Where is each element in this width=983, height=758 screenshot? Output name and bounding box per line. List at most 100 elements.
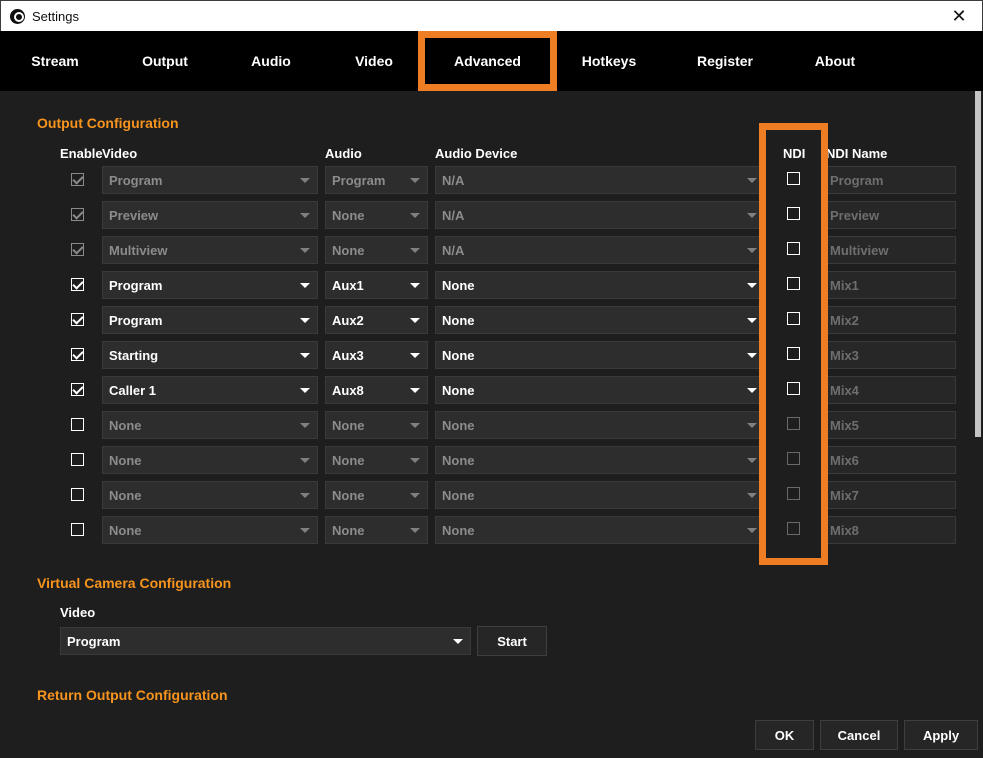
tab-register[interactable]: Register [682,31,768,91]
audio-select[interactable]: None [325,481,428,509]
ok-button[interactable]: OK [755,720,814,750]
audio-select[interactable]: None [325,411,428,439]
audio-device-select[interactable]: None [435,481,765,509]
tab-about[interactable]: About [796,31,874,91]
tab-video[interactable]: Video [336,31,412,91]
ndi-name-field[interactable]: Mix3 [825,341,956,369]
audio-select-value: None [332,452,365,468]
video-select[interactable]: None [102,411,318,439]
audio-device-select[interactable]: None [435,271,765,299]
enable-checkbox[interactable] [71,173,84,186]
chevron-down-icon [300,493,310,498]
close-icon[interactable]: ✕ [936,1,982,32]
audio-device-select[interactable]: None [435,411,765,439]
enable-checkbox[interactable] [71,418,84,431]
chevron-down-icon [410,388,420,393]
audio-select[interactable]: None [325,201,428,229]
audio-device-select[interactable]: None [435,446,765,474]
start-button[interactable]: Start [477,626,547,656]
ndi-column-highlight [759,123,828,565]
enable-checkbox[interactable] [71,383,84,396]
ndi-name-field[interactable]: Multiview [825,236,956,264]
ndi-name-field[interactable]: Mix6 [825,446,956,474]
video-select[interactable]: Program [102,166,318,194]
audio-select[interactable]: None [325,446,428,474]
virtual-camera-video-value: Program [67,633,121,649]
chevron-down-icon [410,178,420,183]
audio-device-select[interactable]: N/A [435,201,765,229]
ndi-name-field[interactable]: Mix1 [825,271,956,299]
enable-checkbox[interactable] [71,278,84,291]
video-select[interactable]: Starting [102,341,318,369]
scrollbar-thumb[interactable] [975,91,981,437]
ndi-name-field[interactable]: Mix7 [825,481,956,509]
audio-select[interactable]: Aux2 [325,306,428,334]
enable-checkbox[interactable] [71,243,84,256]
enable-checkbox[interactable] [71,208,84,221]
tab-output[interactable]: Output [122,31,208,91]
return-output-title: Return Output Configuration [37,687,228,703]
tab-stream[interactable]: Stream [14,31,96,91]
audio-select-value: Aux3 [332,347,364,363]
video-select[interactable]: None [102,516,318,544]
audio-device-select[interactable]: None [435,341,765,369]
audio-device-select[interactable]: N/A [435,236,765,264]
enable-checkbox[interactable] [71,348,84,361]
video-select[interactable]: None [102,446,318,474]
chevron-down-icon [300,458,310,463]
video-select[interactable]: Caller 1 [102,376,318,404]
tab-advanced[interactable]: Advanced [418,31,557,91]
audio-device-select-value: None [442,487,475,503]
audio-device-select[interactable]: None [435,376,765,404]
audio-device-select-value: None [442,522,475,538]
audio-device-select[interactable]: None [435,306,765,334]
chevron-down-icon [410,458,420,463]
chevron-down-icon [300,388,310,393]
enable-checkbox[interactable] [71,523,84,536]
audio-select-value: Aux1 [332,277,364,293]
audio-select[interactable]: Aux8 [325,376,428,404]
virtual-camera-video-select[interactable]: Program [60,627,471,655]
audio-select[interactable]: Aux1 [325,271,428,299]
cancel-button[interactable]: Cancel [820,720,898,750]
video-select-value: Multiview [109,242,168,258]
ndi-name-field[interactable]: Mix5 [825,411,956,439]
virtual-camera-title: Virtual Camera Configuration [37,575,232,591]
enable-checkbox[interactable] [71,453,84,466]
video-select[interactable]: None [102,481,318,509]
audio-device-select-value: N/A [442,242,465,258]
audio-select[interactable]: Program [325,166,428,194]
video-select-value: Program [109,277,163,293]
chevron-down-icon [747,213,757,218]
audio-select-value: Aux8 [332,382,364,398]
tab-hotkeys[interactable]: Hotkeys [566,31,652,91]
audio-device-select-value: None [442,277,475,293]
video-select[interactable]: Program [102,306,318,334]
chevron-down-icon [410,528,420,533]
title-bar: Settings ✕ [0,0,983,31]
audio-device-select[interactable]: N/A [435,166,765,194]
audio-device-select-value: None [442,382,475,398]
audio-select[interactable]: None [325,516,428,544]
enable-checkbox[interactable] [71,488,84,501]
audio-device-select[interactable]: None [435,516,765,544]
ndi-name-field[interactable]: Mix4 [825,376,956,404]
ndi-name-field[interactable]: Mix8 [825,516,956,544]
video-select[interactable]: Multiview [102,236,318,264]
enable-checkbox[interactable] [71,313,84,326]
ndi-name-field[interactable]: Mix2 [825,306,956,334]
chevron-down-icon [410,283,420,288]
video-select-value: Program [109,312,163,328]
tab-audio[interactable]: Audio [232,31,310,91]
audio-select[interactable]: Aux3 [325,341,428,369]
video-select-value: Caller 1 [109,382,156,398]
audio-select-value: Program [332,172,386,188]
apply-button[interactable]: Apply [904,720,978,750]
audio-select-value: Aux2 [332,312,364,328]
audio-select[interactable]: None [325,236,428,264]
ndi-name-field[interactable]: Preview [825,201,956,229]
video-select[interactable]: Preview [102,201,318,229]
chevron-down-icon [410,318,420,323]
video-select[interactable]: Program [102,271,318,299]
ndi-name-field[interactable]: Program [825,166,956,194]
